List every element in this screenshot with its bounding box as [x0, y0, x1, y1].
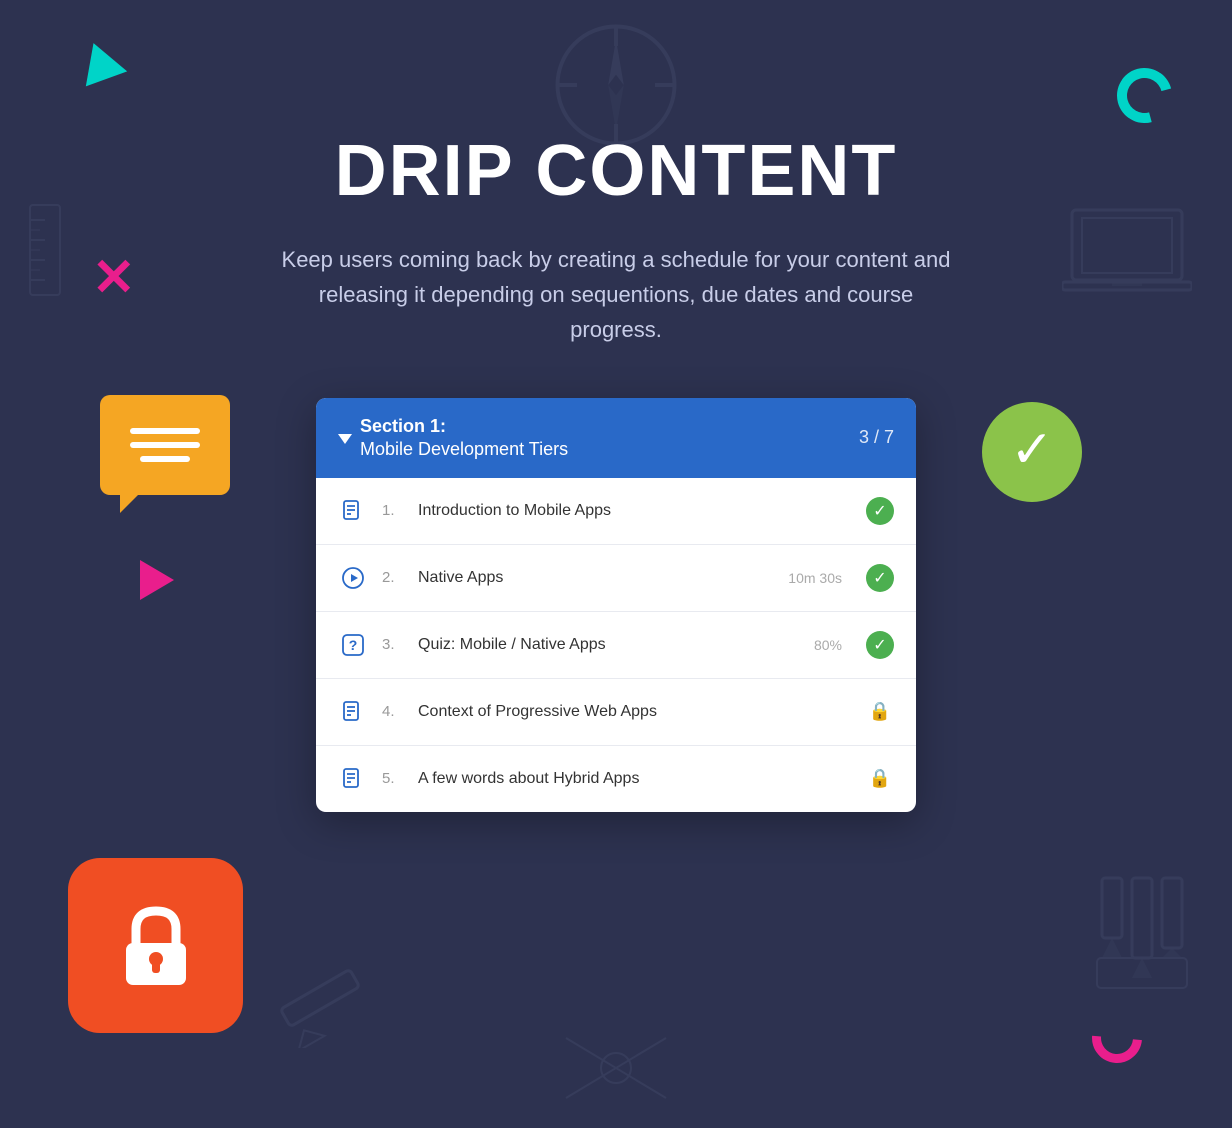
item-number: 1. [382, 502, 404, 519]
item-number: 3. [382, 636, 404, 653]
item-number: 4. [382, 703, 404, 720]
course-item[interactable]: 4. Context of Progressive Web Apps 🔒 [316, 679, 916, 746]
section-header[interactable]: Section 1: Mobile Development Tiers 3 / … [316, 398, 916, 478]
doc-icon [341, 700, 365, 724]
item-icon [338, 563, 368, 593]
section-progress: 3 / 7 [859, 427, 894, 448]
status-locked-icon: 🔒 [866, 698, 894, 726]
status-complete-icon: ✓ [866, 564, 894, 592]
section-label: Section 1: [360, 416, 446, 436]
doc-icon [341, 767, 365, 791]
item-icon [338, 496, 368, 526]
item-meta: 10m 30s [788, 570, 842, 586]
video-icon [341, 566, 365, 590]
item-title: Quiz: Mobile / Native Apps [418, 636, 800, 654]
svg-text:?: ? [349, 637, 358, 653]
main-content: DRIP CONTENT Keep users coming back by c… [0, 0, 1232, 1128]
item-number: 2. [382, 569, 404, 586]
course-item[interactable]: ? 3. Quiz: Mobile / Native Apps 80% ✓ [316, 612, 916, 679]
item-meta: 80% [814, 637, 842, 653]
doc-icon [341, 499, 365, 523]
page-subtitle: Keep users coming back by creating a sch… [276, 242, 956, 348]
item-title: A few words about Hybrid Apps [418, 770, 852, 788]
status-complete-icon: ✓ [866, 631, 894, 659]
item-title: Introduction to Mobile Apps [418, 502, 852, 520]
item-icon: ? [338, 630, 368, 660]
chevron-down-icon [338, 434, 352, 444]
course-item[interactable]: 1. Introduction to Mobile Apps ✓ [316, 478, 916, 545]
course-items-list: 1. Introduction to Mobile Apps ✓ 2. Nati… [316, 478, 916, 812]
course-card: Section 1: Mobile Development Tiers 3 / … [316, 398, 916, 812]
check-icon: ✓ [873, 501, 886, 521]
quiz-icon: ? [341, 633, 365, 657]
course-item[interactable]: 2. Native Apps 10m 30s ✓ [316, 545, 916, 612]
page-title: DRIP CONTENT [335, 130, 898, 212]
section-name: Mobile Development Tiers [360, 439, 568, 460]
status-complete-icon: ✓ [866, 497, 894, 525]
lock-icon: 🔒 [869, 701, 891, 722]
item-icon [338, 697, 368, 727]
item-number: 5. [382, 770, 404, 787]
course-item[interactable]: 5. A few words about Hybrid Apps 🔒 [316, 746, 916, 812]
section-title-block: Section 1: Mobile Development Tiers [360, 416, 568, 460]
item-title: Context of Progressive Web Apps [418, 703, 852, 721]
check-icon: ✓ [873, 568, 886, 588]
section-header-left: Section 1: Mobile Development Tiers [338, 416, 568, 460]
item-icon [338, 764, 368, 794]
status-locked-icon: 🔒 [866, 765, 894, 793]
item-title: Native Apps [418, 569, 774, 587]
lock-icon: 🔒 [869, 768, 891, 789]
check-icon: ✓ [873, 635, 886, 655]
